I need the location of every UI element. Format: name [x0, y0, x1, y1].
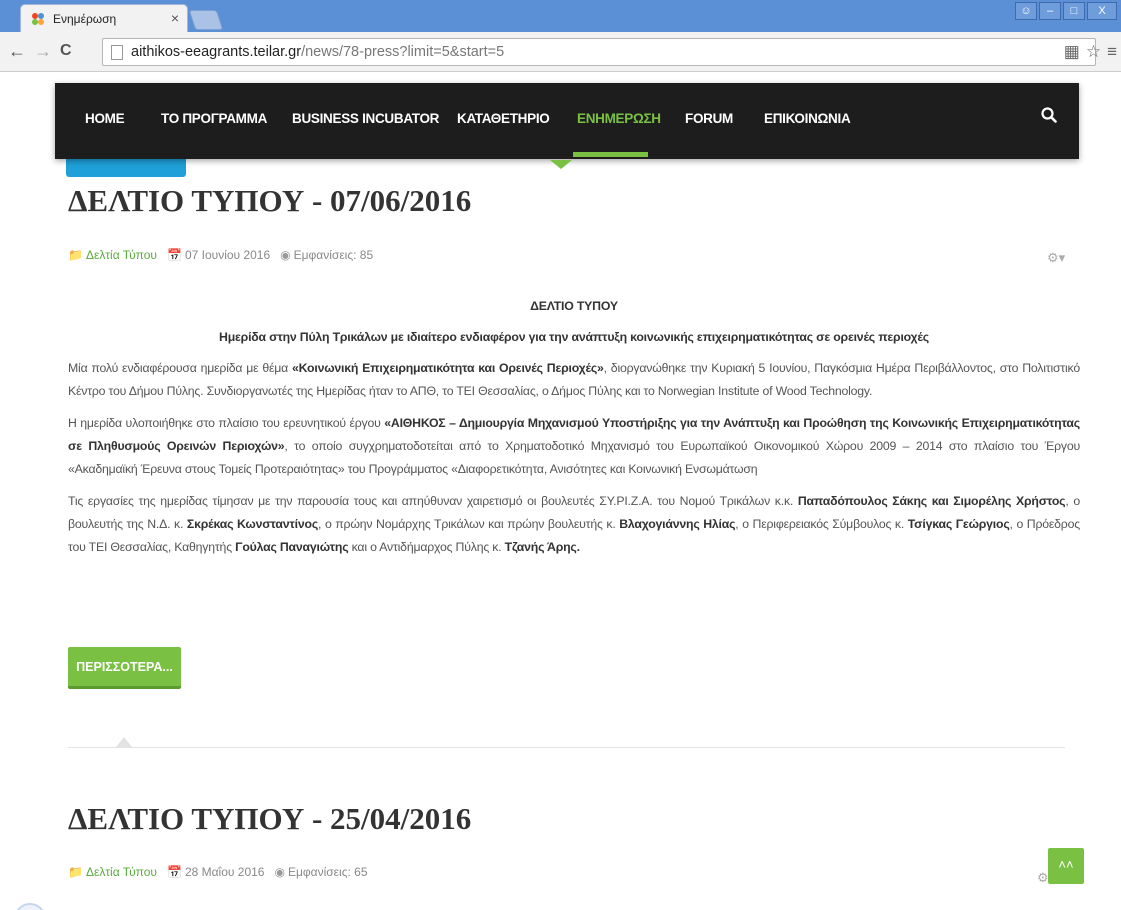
article-views: Εμφανίσεις: 85 [293, 248, 374, 262]
article-title[interactable]: ΔΕΛΤΙΟ ΤΥΠΟΥ - 25/04/2016 [68, 801, 471, 837]
read-more-button[interactable]: ΠΕΡΙΣΣΟΤΕΡΑ... [68, 647, 181, 689]
nav-forum[interactable]: FORUM [685, 111, 733, 126]
back-arrow-icon[interactable]: ← [8, 41, 26, 62]
press-release-tag [66, 159, 186, 177]
divider-caret [116, 737, 132, 747]
paragraph-bold: Σκρέκας Κωνσταντίνος [186, 517, 319, 531]
nav-repository[interactable]: ΚΑΤΑΘΕΤΗΡΙΟ [457, 111, 550, 126]
paragraph-text: , ο πρώην Νομάρχης Τρικάλων και πρώην βο… [318, 517, 620, 531]
menu-icon[interactable]: ≡ [1107, 42, 1117, 62]
article-paragraph-3: Τις εργασίες της ημερίδας τίμησαν με την… [68, 490, 1080, 559]
nav-active-underline [573, 152, 648, 157]
calendar-icon: 📅 [166, 248, 182, 262]
close-window-button[interactable]: X [1087, 2, 1117, 20]
article-divider [68, 747, 1065, 748]
url-host: aithikos-eeagrants.teilar.gr [131, 44, 302, 60]
url-text: aithikos-eeagrants.teilar.gr/news/78-pre… [131, 44, 504, 60]
main-navigation: HOME ΤΟ ΠΡΟΓΡΑΜΜΑ BUSINESS INCUBATOR ΚΑΤ… [55, 83, 1079, 159]
tab-close-icon[interactable]: × [171, 10, 179, 26]
translate-icon[interactable]: ▦ [1064, 42, 1080, 62]
calendar-icon: 📅 [166, 865, 182, 879]
paragraph-bold: Τζανής Άρης. [504, 540, 580, 554]
paragraph-bold: Γούλας Παναγιώτης [235, 540, 349, 554]
nav-contact[interactable]: ΕΠΙΚΟΙΝΩΝΙΑ [764, 111, 851, 126]
scroll-to-top-button[interactable]: ˄˄ [1048, 848, 1084, 884]
paragraph-bold: Βλαχογιάννης Ηλίας [619, 517, 736, 531]
joomla-favicon-icon [32, 13, 44, 25]
url-path: /news/78-press?limit=5&start=5 [301, 44, 505, 60]
reload-icon[interactable]: C [60, 42, 72, 60]
address-bar[interactable]: aithikos-eeagrants.teilar.gr/news/78-pre… [102, 38, 1096, 66]
article-meta: 📁 Δελτία Τύπου 📅 28 Μαΐου 2016 ◉ Εμφανίσ… [68, 865, 368, 879]
article-title[interactable]: ΔΕΛΤΙΟ ΤΥΠΟΥ - 07/06/2016 [68, 183, 471, 219]
search-icon[interactable] [1041, 107, 1057, 123]
tab-title: Ενημέρωση [53, 12, 117, 26]
web-page: HOME ΤΟ ΠΡΟΓΡΑΜΜΑ BUSINESS INCUBATOR ΚΑΤ… [0, 73, 1121, 910]
paragraph-text: Τις εργασίες της ημερίδας τίμησαν με την… [68, 494, 798, 508]
user-icon[interactable]: ☺ [1015, 2, 1037, 20]
article-views: Εμφανίσεις: 65 [287, 865, 368, 879]
article-heading: ΔΕΛΤΙΟ ΤΥΠΟΥ [530, 299, 618, 313]
paragraph-bold: Παπαδόπουλος Σάκης και Σιμορέλης Χρήστος [797, 494, 1066, 508]
folder-icon: 📁 [68, 248, 83, 262]
article-date: 28 Μαΐου 2016 [184, 865, 265, 879]
bookmark-star-icon[interactable]: ☆ [1086, 42, 1101, 62]
folder-icon: 📁 [68, 865, 83, 879]
paragraph-text: , ο Περιφερειακός Σύμβουλος κ. [735, 517, 908, 531]
page-icon [111, 45, 123, 60]
paragraph-text: Η ημερίδα υλοποιήθηκε στο πλαίσιο του ερ… [68, 416, 385, 430]
eye-icon: ◉ [274, 865, 285, 879]
nav-business-incubator[interactable]: BUSINESS INCUBATOR [292, 111, 439, 126]
category-link[interactable]: Δελτία Τύπου [86, 248, 157, 262]
minimize-button[interactable]: – [1039, 2, 1061, 20]
browser-tab[interactable]: Ενημέρωση × [20, 4, 188, 32]
window-controls: ☺ – □ X [1015, 2, 1117, 20]
nav-home[interactable]: HOME [85, 111, 125, 126]
maximize-button[interactable]: □ [1063, 2, 1085, 20]
nav-program[interactable]: ΤΟ ΠΡΟΓΡΑΜΜΑ [161, 111, 267, 126]
new-tab-button[interactable] [188, 10, 224, 30]
article-date: 07 Ιουνίου 2016 [184, 248, 271, 262]
article-paragraph-2: Η ημερίδα υλοποιήθηκε στο πλαίσιο του ερ… [68, 412, 1080, 481]
forward-arrow-icon[interactable]: → [34, 41, 52, 62]
article-body: ΔΕΛΤΙΟ ΤΥΠΟΥ Ημερίδα στην Πύλη Τρικάλων … [68, 295, 1080, 559]
gear-icon[interactable]: ⚙▾ [1047, 250, 1069, 265]
browser-titlebar: Ενημέρωση × ☺ – □ X [0, 0, 1121, 32]
paragraph-bold: Τσίγκας Γεώργιος [907, 517, 1010, 531]
paragraph-bold: «Κοινωνική Επιχειρηματικότητα και Ορεινέ… [292, 361, 604, 375]
category-link[interactable]: Δελτία Τύπου [86, 865, 157, 879]
article-paragraph-1: Μία πολύ ενδιαφέρουσα ημερίδα με θέμα «Κ… [68, 357, 1080, 403]
article-meta: 📁 Δελτία Τύπου 📅 07 Ιουνίου 2016 ◉ Εμφαν… [68, 248, 373, 262]
double-chevron-up-icon: ˄˄ [1058, 857, 1074, 872]
article-subheading: Ημερίδα στην Πύλη Τρικάλων με ιδιαίτερο … [219, 330, 929, 344]
nav-active-caret [550, 160, 572, 169]
toolbar-icons: ▦ ☆ ≡ [1064, 42, 1117, 62]
paragraph-text: Μία πολύ ενδιαφέρουσα ημερίδα με θέμα [68, 361, 292, 375]
nav-news[interactable]: ΕΝΗΜΕΡΩΣΗ [577, 111, 661, 126]
bottom-circle-button[interactable] [14, 903, 46, 910]
paragraph-text: και ο Αντιδήμαρχος Πύλης κ. [348, 540, 505, 554]
browser-toolbar: ← → C aithikos-eeagrants.teilar.gr/news/… [0, 32, 1121, 72]
eye-icon: ◉ [280, 248, 291, 262]
